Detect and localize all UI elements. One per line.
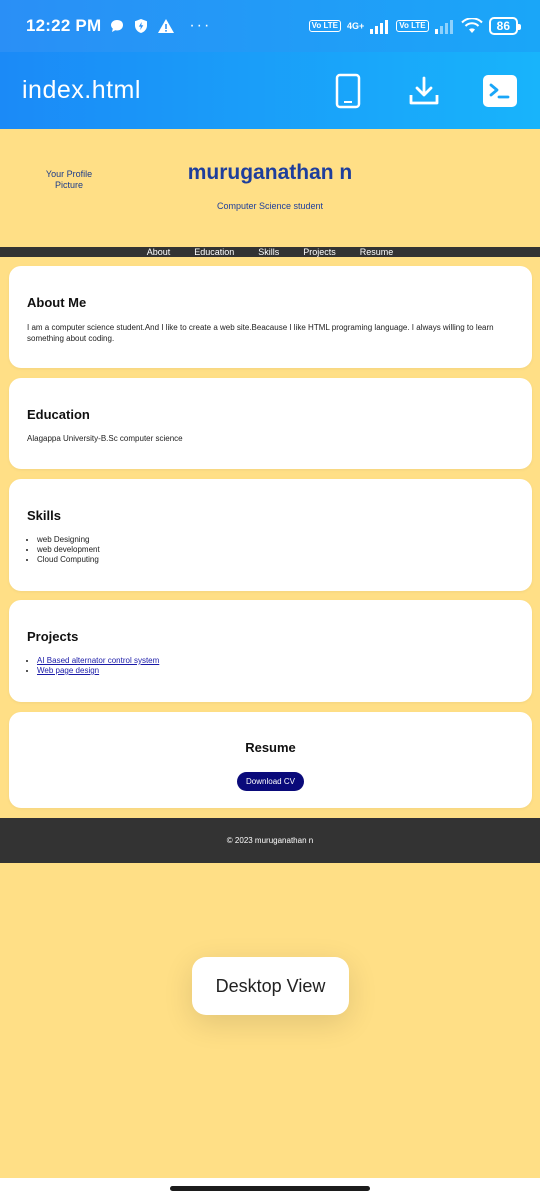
project-link[interactable]: Web page design	[37, 666, 99, 675]
status-bar: 12:22 PM ··· Vo LTE 4G+ Vo LTE 86	[0, 0, 540, 52]
list-item: AI Based alternator control system	[37, 656, 514, 666]
terminal-icon	[483, 74, 517, 107]
resume-heading: Resume	[245, 740, 296, 755]
site-subtitle: Computer Science student	[216, 201, 324, 211]
list-item: Cloud Computing	[37, 555, 514, 565]
status-time: 12:22 PM	[26, 16, 102, 35]
nav-resume[interactable]: Resume	[360, 247, 394, 257]
list-item: web development	[37, 545, 514, 555]
nav-education[interactable]: Education	[194, 247, 234, 257]
more-notifications-icon: ···	[189, 17, 212, 34]
home-indicator[interactable]	[170, 1186, 370, 1191]
list-item: web Designing	[37, 535, 514, 545]
download-icon	[409, 76, 439, 104]
download-cv-button[interactable]: Download CV	[237, 772, 304, 791]
education-section: Education Alagappa University-B.Sc compu…	[9, 378, 532, 469]
site-header: Your Profile Picture muruganathan n Comp…	[0, 129, 540, 247]
download-button[interactable]	[406, 73, 442, 109]
about-heading: About Me	[27, 295, 87, 310]
projects-heading: Projects	[27, 629, 79, 644]
education-heading: Education	[27, 407, 90, 422]
wifi-icon	[460, 18, 483, 34]
app-title: index.html	[22, 76, 141, 104]
battery-indicator: 86	[488, 17, 522, 35]
projects-list: AI Based alternator control system Web p…	[27, 656, 514, 676]
site-name: muruganathan n	[187, 161, 353, 184]
signal-strength-2-icon	[434, 18, 455, 34]
volte-badge-1: Vo LTE	[308, 20, 341, 32]
education-text: Alagappa University-B.Sc computer scienc…	[27, 434, 183, 443]
about-text: I am a computer science student.And I li…	[27, 323, 494, 343]
list-item: Web page design	[37, 666, 514, 676]
warning-icon	[157, 18, 175, 34]
nav-projects[interactable]: Projects	[303, 247, 336, 257]
shield-bolt-icon	[133, 18, 149, 34]
desktop-view-toast: Desktop View	[192, 957, 349, 1015]
site-footer: © 2023 muruganathan n	[0, 818, 540, 863]
about-section: About Me I am a computer science student…	[9, 266, 532, 368]
mobile-view-button[interactable]	[330, 73, 366, 109]
projects-section: Projects AI Based alternator control sys…	[9, 600, 532, 702]
signal-strength-icon	[370, 18, 390, 34]
skills-heading: Skills	[27, 508, 61, 523]
resume-section: Resume Download CV	[9, 712, 532, 808]
console-button[interactable]	[482, 73, 518, 109]
site-nav: About Education Skills Projects Resume	[0, 247, 540, 257]
chat-notification-icon	[109, 18, 125, 34]
app-bar: index.html	[0, 52, 540, 129]
network-type: 4G+	[347, 20, 365, 31]
phone-icon	[335, 73, 361, 108]
skills-list: web Designing web development Cloud Comp…	[27, 535, 514, 565]
project-link[interactable]: AI Based alternator control system	[37, 656, 159, 665]
nav-skills[interactable]: Skills	[258, 247, 279, 257]
volte-badge-2: Vo LTE	[396, 20, 429, 32]
nav-about[interactable]: About	[147, 247, 171, 257]
skills-section: Skills web Designing web development Clo…	[9, 479, 532, 591]
